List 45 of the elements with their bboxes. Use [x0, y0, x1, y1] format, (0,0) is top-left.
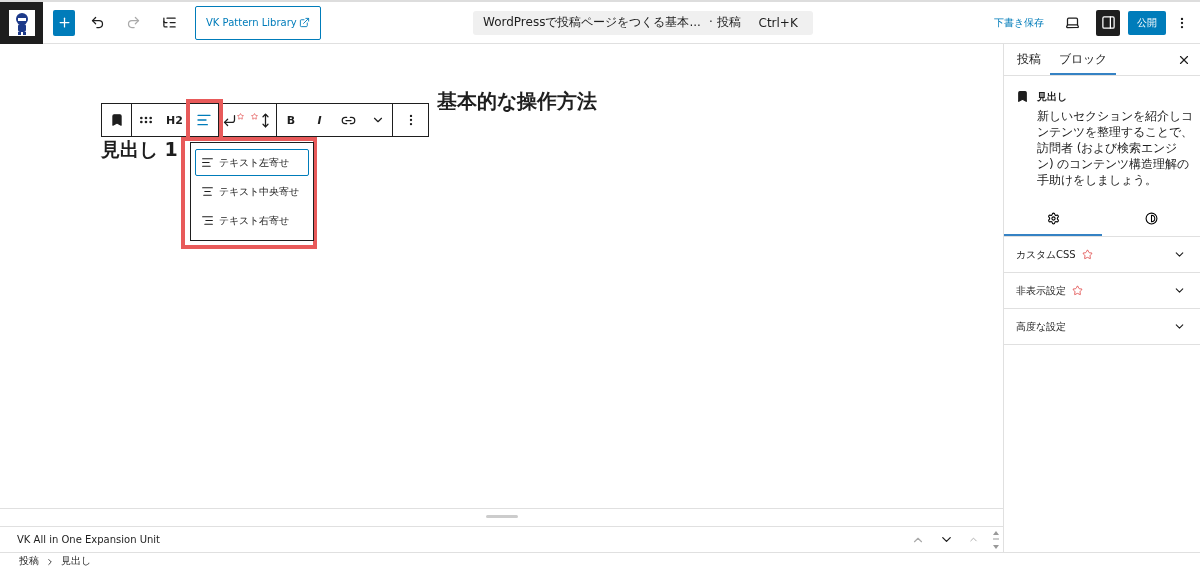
breadcrumb-item[interactable]: 投稿 [19, 555, 39, 568]
external-link-icon [298, 17, 310, 28]
shortcut-hint: Ctrl+K [758, 15, 798, 30]
align-left-icon [195, 112, 212, 128]
bookmark-icon [109, 113, 124, 127]
post-type: · 投稿 [708, 14, 741, 31]
line-break-icon [222, 112, 244, 128]
separator-icon [45, 556, 55, 567]
settings-panel[interactable]: 高度な設定 [1004, 309, 1200, 345]
breadcrumb-item[interactable]: 見出し [61, 555, 91, 568]
save-draft-button[interactable]: 下書き保存 [988, 14, 1050, 31]
post-title[interactable]: 基本的な操作方法 [437, 88, 597, 115]
contrast-icon [1144, 211, 1158, 225]
settings-panel[interactable]: カスタムCSS [1004, 237, 1200, 273]
heading-block-icon [1016, 90, 1029, 103]
alignment-option[interactable]: テキスト左寄せ [195, 149, 309, 176]
align-left-icon [201, 156, 214, 169]
site-logo[interactable] [0, 2, 43, 44]
vk-badge-icon [1081, 249, 1093, 260]
sidebar-icon [1100, 15, 1116, 30]
publish-button[interactable]: 公開 [1128, 10, 1166, 35]
heading-block[interactable]: 見出し 1 [101, 137, 178, 163]
align-center-icon [201, 185, 214, 198]
resize-handle[interactable] [485, 515, 518, 518]
meta-box-title: VK All in One Expansion Unit [17, 534, 161, 545]
sidebar-tab[interactable]: ブロック [1050, 44, 1116, 75]
block-name: 見出し [1037, 90, 1068, 104]
document-title: WordPressで投稿ページをつくる基本... [483, 14, 701, 31]
list-icon [161, 15, 177, 30]
vk-badge-icon [1072, 285, 1083, 296]
gear-icon [1046, 211, 1060, 225]
ninja-logo-icon [8, 9, 35, 36]
plus-icon [56, 15, 72, 30]
scrollbar-icon [993, 529, 999, 550]
add-block-button[interactable] [53, 9, 75, 36]
redo-icon [125, 15, 141, 30]
pattern-library-button[interactable]: VK Pattern Library [195, 5, 321, 40]
sidebar-tab[interactable]: 投稿 [1008, 44, 1050, 75]
undo-icon [89, 15, 105, 30]
block-description: 新しいセクションを紹介しコンテンツを整理することで、訪問者 (および検索エンジン) のコンテンツ構造理解の手助けをしましょう。 [1037, 108, 1194, 188]
settings-panel[interactable]: 非表示設定 [1004, 273, 1200, 309]
align-right-icon [201, 214, 214, 227]
command-bar[interactable]: WordPressで投稿ページをつくる基本... · 投稿 Ctrl+K [473, 10, 813, 35]
laptop-icon [1064, 15, 1080, 30]
settings-toggle-button[interactable] [1096, 9, 1120, 36]
